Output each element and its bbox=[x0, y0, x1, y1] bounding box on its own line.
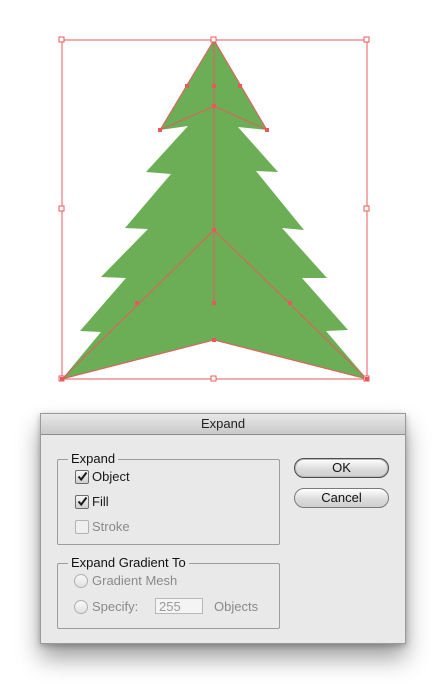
artboard-canvas[interactable] bbox=[0, 0, 442, 400]
expand-gradient-legend: Expand Gradient To bbox=[68, 556, 189, 570]
handle-top-center bbox=[210, 36, 217, 43]
checkmark-icon bbox=[77, 471, 88, 482]
fill-label: Fill bbox=[92, 494, 109, 509]
cancel-button[interactable]: Cancel bbox=[294, 488, 389, 508]
specify-radio[interactable] bbox=[74, 600, 88, 614]
handle-bottom-center bbox=[210, 375, 217, 382]
handle-middle-left bbox=[58, 205, 65, 212]
fill-checkbox[interactable] bbox=[75, 495, 89, 509]
dialog-title[interactable]: Expand bbox=[41, 414, 405, 435]
gradient-mesh-radio[interactable] bbox=[74, 574, 88, 588]
handle-top-left bbox=[58, 36, 65, 43]
gradient-mesh-label: Gradient Mesh bbox=[92, 573, 178, 588]
expand-dialog: Expand Expand Object Fill Stroke Expand … bbox=[40, 413, 406, 644]
specify-objects-input[interactable]: 255 bbox=[155, 598, 203, 614]
stroke-label: Stroke bbox=[92, 519, 130, 534]
ok-button[interactable]: OK bbox=[294, 458, 389, 478]
handle-middle-right bbox=[363, 205, 370, 212]
expand-group bbox=[57, 459, 280, 545]
object-checkbox[interactable] bbox=[75, 470, 89, 484]
handle-top-right bbox=[363, 36, 370, 43]
specify-label: Specify: bbox=[92, 599, 139, 614]
checkmark-icon bbox=[77, 496, 88, 507]
expand-group-legend: Expand bbox=[68, 452, 119, 466]
stroke-checkbox[interactable] bbox=[75, 520, 89, 534]
object-label: Object bbox=[92, 469, 130, 484]
objects-label: Objects bbox=[214, 599, 259, 614]
